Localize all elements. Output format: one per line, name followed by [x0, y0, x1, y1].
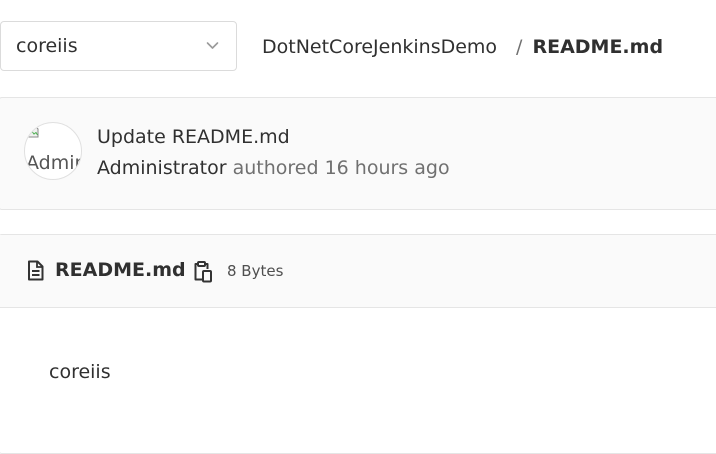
- branch-selector-dropdown[interactable]: coreiis: [0, 21, 237, 71]
- commit-authored-time: authored 16 hours ago: [232, 157, 450, 179]
- breadcrumb-separator: /: [516, 36, 523, 58]
- breadcrumb: DotNetCoreJenkinsDemo / README.md: [262, 36, 663, 58]
- file-header: README.md 8 Bytes: [0, 235, 716, 308]
- commit-title-link[interactable]: Update README.md: [97, 126, 290, 148]
- avatar-alt-text: Admin: [26, 152, 82, 174]
- branch-selector-value: coreiis: [16, 35, 78, 57]
- copy-to-clipboard-icon[interactable]: [193, 260, 213, 284]
- chevron-down-icon: [206, 42, 219, 49]
- file-content-text: coreiis: [49, 361, 111, 383]
- broken-image-icon: [27, 125, 39, 138]
- file-text-icon: [28, 260, 44, 281]
- breadcrumb-current-file: README.md: [532, 36, 664, 58]
- last-commit-panel: Admin Update README.md Administrator aut…: [0, 97, 716, 210]
- author-avatar[interactable]: Admin: [24, 122, 82, 180]
- file-name: README.md: [55, 259, 186, 281]
- commit-meta: Administrator authored 16 hours ago: [97, 157, 450, 179]
- file-size: 8 Bytes: [227, 262, 284, 280]
- commit-author-link[interactable]: Administrator: [97, 157, 227, 179]
- breadcrumb-project-link[interactable]: DotNetCoreJenkinsDemo: [262, 36, 497, 58]
- file-viewer: README.md 8 Bytes coreiis: [0, 234, 716, 454]
